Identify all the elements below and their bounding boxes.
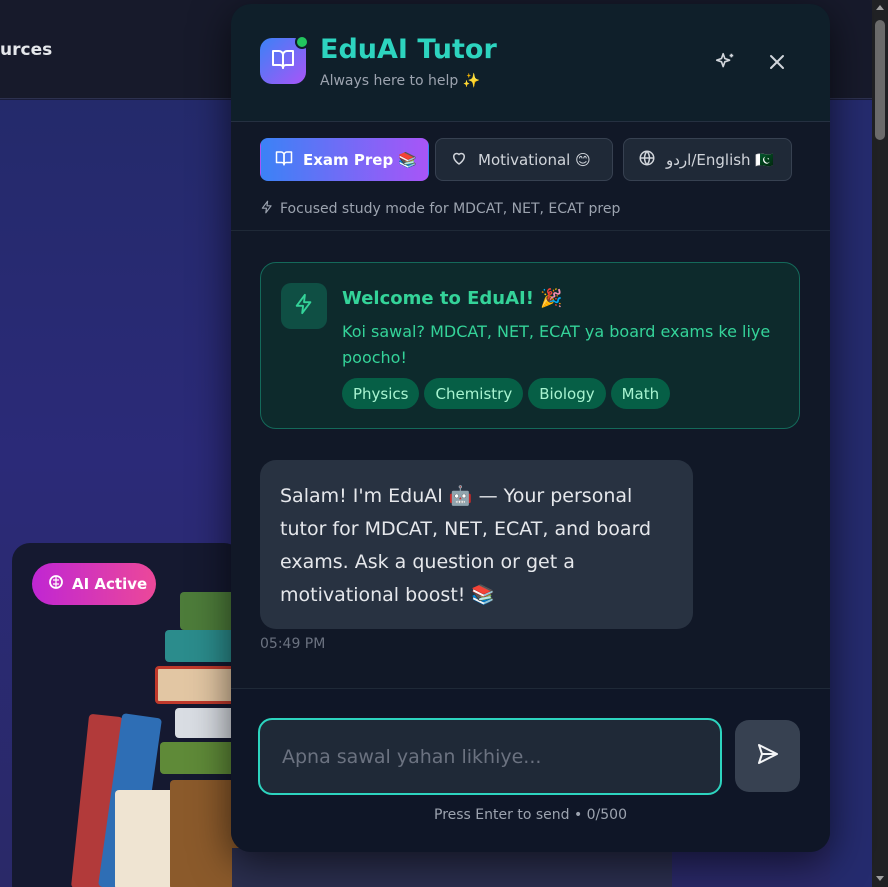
page-scrollbar[interactable] [872, 0, 888, 887]
mode-selector: Exam Prep 📚 Motivational 😊 اردو/English … [231, 123, 830, 231]
sparkles-button[interactable] [711, 50, 739, 78]
message-timestamp: 05:49 PM [260, 636, 326, 652]
welcome-card: Welcome to EduAI! 🎉 Koi sawal? MDCAT, NE… [260, 262, 800, 429]
scroll-up-arrow[interactable] [876, 5, 884, 10]
subject-chip-math[interactable]: Math [610, 378, 671, 409]
mode-motivational-button[interactable]: Motivational 😊 [435, 138, 613, 181]
input-hint: Press Enter to send • 0/500 [434, 807, 627, 823]
background-strip [830, 100, 872, 887]
brain-icon [48, 574, 64, 594]
mode-label: Exam Prep 📚 [303, 150, 418, 169]
welcome-icon-box [281, 283, 327, 329]
lightning-icon [293, 293, 315, 319]
background-image-strip [232, 848, 672, 887]
close-icon [767, 52, 787, 76]
close-button[interactable] [763, 50, 791, 78]
mode-language-button[interactable]: اردو/English 🇵🇰 [623, 138, 792, 181]
message-composer: Press Enter to send • 0/500 [231, 688, 830, 852]
mode-description: Focused study mode for MDCAT, NET, ECAT … [260, 200, 620, 218]
lightning-icon [260, 200, 274, 218]
send-button[interactable] [735, 720, 800, 792]
chat-title: EduAI Tutor [320, 34, 497, 65]
scroll-down-arrow[interactable] [876, 876, 884, 881]
send-icon [756, 742, 780, 770]
assistant-message-bubble: Salam! I'm EduAI 🤖 — Your personal tutor… [260, 460, 693, 629]
globe-icon [638, 149, 656, 171]
ai-active-label: AI Active [72, 575, 148, 593]
mode-label: Motivational 😊 [478, 150, 591, 169]
books-illustration [60, 590, 240, 887]
book-icon [275, 149, 293, 171]
subject-chip-biology[interactable]: Biology [528, 378, 606, 409]
book-open-icon [271, 47, 295, 75]
mode-label: اردو/English 🇵🇰 [666, 150, 775, 169]
subject-chip-chemistry[interactable]: Chemistry [424, 378, 524, 409]
heart-icon [450, 149, 468, 171]
nav-link-resources[interactable]: urces [0, 40, 52, 60]
chat-panel: EduAI Tutor Always here to help ✨ Exam P… [231, 4, 830, 852]
subject-chip-physics[interactable]: Physics [342, 378, 420, 409]
welcome-title: Welcome to EduAI! 🎉 [342, 288, 563, 309]
ai-active-badge: AI Active [32, 563, 156, 605]
subject-chips: Physics Chemistry Biology Math [342, 378, 671, 409]
sparkles-icon [714, 51, 736, 77]
welcome-text: Koi sawal? MDCAT, NET, ECAT ya board exa… [342, 322, 771, 367]
scrollbar-thumb[interactable] [875, 20, 885, 140]
online-status-indicator [295, 35, 309, 49]
chat-header: EduAI Tutor Always here to help ✨ [231, 4, 830, 122]
chat-subtitle: Always here to help ✨ [320, 73, 481, 89]
mode-exam-prep-button[interactable]: Exam Prep 📚 [260, 138, 429, 181]
message-list: Welcome to EduAI! 🎉 Koi sawal? MDCAT, NE… [231, 232, 830, 688]
mode-description-text: Focused study mode for MDCAT, NET, ECAT … [280, 201, 621, 217]
message-input[interactable] [258, 718, 722, 795]
